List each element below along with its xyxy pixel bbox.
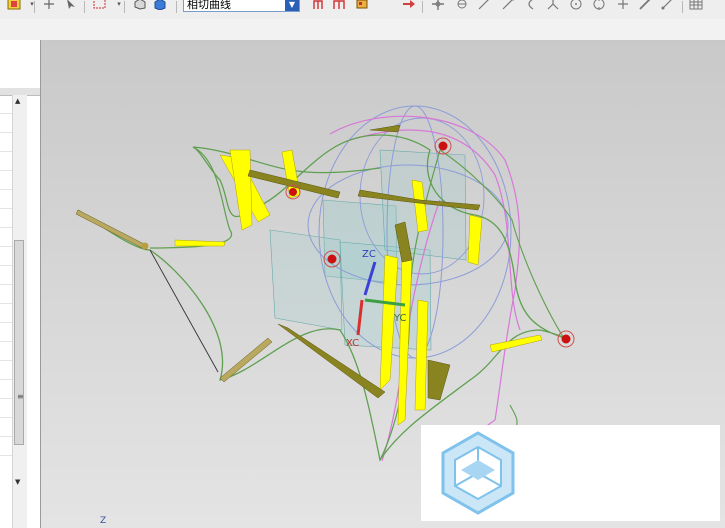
olive-band: [219, 337, 273, 383]
triad-label-zc: ZC: [362, 249, 376, 260]
datum-plane: [269, 229, 343, 331]
yellow-band: [174, 239, 226, 247]
olive-band: [427, 359, 451, 401]
yellow-band: [229, 149, 253, 231]
control-point: [141, 242, 149, 250]
triad-label-yc: YC: [393, 313, 407, 324]
watermark-panel: [421, 425, 720, 521]
watermark-logo: [441, 431, 515, 515]
yellow-band: [489, 334, 543, 353]
guide-curve: [149, 146, 233, 249]
triad-label-xc: XC: [346, 338, 359, 349]
black-line: [149, 249, 219, 373]
olive-band: [75, 209, 149, 251]
yellow-band: [467, 214, 483, 266]
olive-band: [369, 124, 401, 133]
corner-axis-label: Z: [100, 516, 107, 526]
control-point: [557, 330, 575, 348]
